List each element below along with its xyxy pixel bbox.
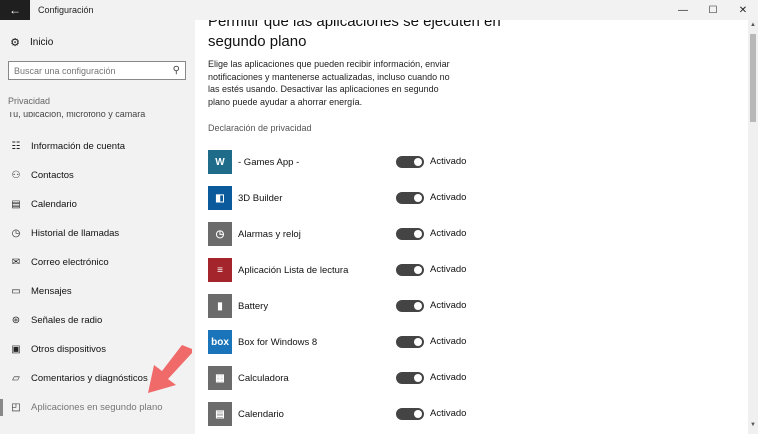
- scrollbar[interactable]: ▲ ▼: [748, 20, 758, 434]
- list-item: ◧ 3D Builder Activado: [208, 180, 508, 216]
- toggle-state: Activado: [430, 336, 467, 347]
- minimize-button[interactable]: —: [668, 0, 698, 20]
- search-box: ⚲: [8, 61, 186, 80]
- minimize-icon: —: [678, 4, 688, 16]
- back-button[interactable]: ←: [0, 0, 30, 20]
- sidebar-item-label: Otros dispositivos: [31, 344, 106, 355]
- sidebar-item-cutoff[interactable]: Tu, ubicación, micrófono y cámara: [8, 112, 188, 120]
- reading-list-icon: ≡: [208, 258, 232, 282]
- privacy-statement-link[interactable]: Declaración de privacidad: [208, 123, 312, 133]
- sidebar-item-label: Señales de radio: [31, 315, 103, 326]
- sidebar-item-calendar[interactable]: ▤ Calendario: [0, 190, 195, 219]
- account-info-icon: ☷: [11, 141, 21, 152]
- app-name: Calculadora: [238, 372, 289, 384]
- app-name: Box for Windows 8: [238, 336, 318, 348]
- battery-icon: ▮: [208, 294, 232, 318]
- app-name: Aplicación Lista de lectura: [238, 264, 349, 276]
- games-app-icon: W: [208, 150, 232, 174]
- list-item: ◷ Alarmas y reloj Activado: [208, 216, 508, 252]
- background-toggle[interactable]: [396, 408, 424, 420]
- messages-icon: ▭: [11, 286, 21, 297]
- app-name: Alarmas y reloj: [238, 228, 301, 240]
- sidebar-item-label: Mensajes: [31, 286, 72, 297]
- 3d-builder-icon: ◧: [208, 186, 232, 210]
- calendar-app-icon: ▤: [208, 402, 232, 426]
- toggle-state: Activado: [430, 408, 467, 419]
- sidebar-item-label: Correo electrónico: [31, 257, 109, 268]
- title-bar: ← Configuración — ☐ ✕: [0, 0, 758, 20]
- background-toggle[interactable]: [396, 372, 424, 384]
- search-icon[interactable]: ⚲: [173, 65, 180, 76]
- toggle-state: Activado: [430, 156, 467, 167]
- box-icon: box: [208, 330, 232, 354]
- list-item: ▮ Battery Activado: [208, 288, 508, 324]
- section-label: Privacidad: [8, 96, 51, 106]
- scroll-down-icon[interactable]: ▼: [748, 422, 758, 432]
- toggle-state: Activado: [430, 228, 467, 239]
- page-title: Permitir que las aplicaciones se ejecute…: [208, 20, 501, 50]
- app-list: W - Games App - Activado ◧ 3D Builder Ac…: [208, 144, 508, 432]
- sidebar-item-label: Contactos: [31, 170, 74, 181]
- sidebar-item-label: Comentarios y diagnósticos: [31, 373, 148, 384]
- calendar-icon: ▤: [11, 199, 21, 210]
- toggle-state: Activado: [430, 372, 467, 383]
- scroll-up-icon[interactable]: ▲: [748, 22, 758, 32]
- email-icon: ✉: [11, 257, 21, 268]
- background-toggle[interactable]: [396, 264, 424, 276]
- back-arrow-icon: ←: [9, 3, 21, 17]
- devices-icon: ▣: [11, 344, 21, 355]
- background-apps-icon: ◰: [11, 402, 21, 413]
- maximize-button[interactable]: ☐: [698, 0, 728, 20]
- close-button[interactable]: ✕: [728, 0, 758, 20]
- radio-icon: ⊛: [11, 315, 21, 326]
- app-name: 3D Builder: [238, 192, 283, 204]
- background-toggle[interactable]: [396, 228, 424, 240]
- sidebar-item-call-history[interactable]: ◷ Historial de llamadas: [0, 219, 195, 248]
- sidebar-item-radio[interactable]: ⊛ Señales de radio: [0, 306, 195, 335]
- background-toggle[interactable]: [396, 336, 424, 348]
- background-toggle[interactable]: [396, 300, 424, 312]
- background-toggle[interactable]: [396, 156, 424, 168]
- sidebar-item-email[interactable]: ✉ Correo electrónico: [0, 248, 195, 277]
- maximize-icon: ☐: [708, 4, 718, 16]
- window-controls: — ☐ ✕: [668, 0, 758, 20]
- list-item: W - Games App - Activado: [208, 144, 508, 180]
- list-item: ▦ Calculadora Activado: [208, 360, 508, 396]
- app-name: - Games App -: [238, 156, 300, 168]
- list-item: ▤ Calendario Activado: [208, 396, 508, 432]
- sidebar-item-label: Aplicaciones en segundo plano: [31, 402, 163, 413]
- home-label: Inicio: [30, 37, 54, 48]
- sidebar-item-label: Calendario: [31, 199, 77, 210]
- scroll-thumb[interactable]: [750, 34, 756, 122]
- search-input[interactable]: [14, 65, 173, 76]
- toggle-state: Activado: [430, 192, 467, 203]
- background-toggle[interactable]: [396, 192, 424, 204]
- annotation-arrow-icon: [148, 345, 192, 393]
- feedback-icon: ▱: [12, 373, 20, 384]
- window-title: Configuración: [38, 5, 94, 15]
- close-icon: ✕: [738, 4, 748, 16]
- sidebar-item-account-info[interactable]: ☷ Información de cuenta: [0, 132, 195, 161]
- list-item: ≡ Aplicación Lista de lectura Activado: [208, 252, 508, 288]
- alarm-clock-icon: ◷: [208, 222, 232, 246]
- page-description: Elige las aplicaciones que pueden recibi…: [208, 59, 450, 107]
- sidebar-item-label: Historial de llamadas: [31, 228, 120, 239]
- sidebar-item-background-apps[interactable]: ◰ Aplicaciones en segundo plano: [0, 393, 195, 422]
- toggle-state: Activado: [430, 264, 467, 275]
- app-name: Calendario: [238, 408, 284, 420]
- contacts-icon: ⚇: [11, 170, 21, 181]
- app-name: Battery: [238, 300, 269, 312]
- call-history-icon: ◷: [11, 228, 21, 239]
- gear-icon: ⚙: [10, 37, 20, 49]
- calculator-icon: ▦: [208, 366, 232, 390]
- sidebar-item-label: Información de cuenta: [31, 141, 126, 152]
- list-item: box Box for Windows 8 Activado: [208, 324, 508, 360]
- main-content: Permitir que las aplicaciones se ejecute…: [195, 20, 748, 434]
- home-link[interactable]: ⚙ Inicio: [8, 36, 53, 49]
- settings-window: ← Configuración — ☐ ✕ ⚙ Inicio ⚲ Privaci…: [0, 0, 758, 434]
- sidebar-item-messages[interactable]: ▭ Mensajes: [0, 277, 195, 306]
- sidebar-item-contacts[interactable]: ⚇ Contactos: [0, 161, 195, 190]
- toggle-state: Activado: [430, 300, 467, 311]
